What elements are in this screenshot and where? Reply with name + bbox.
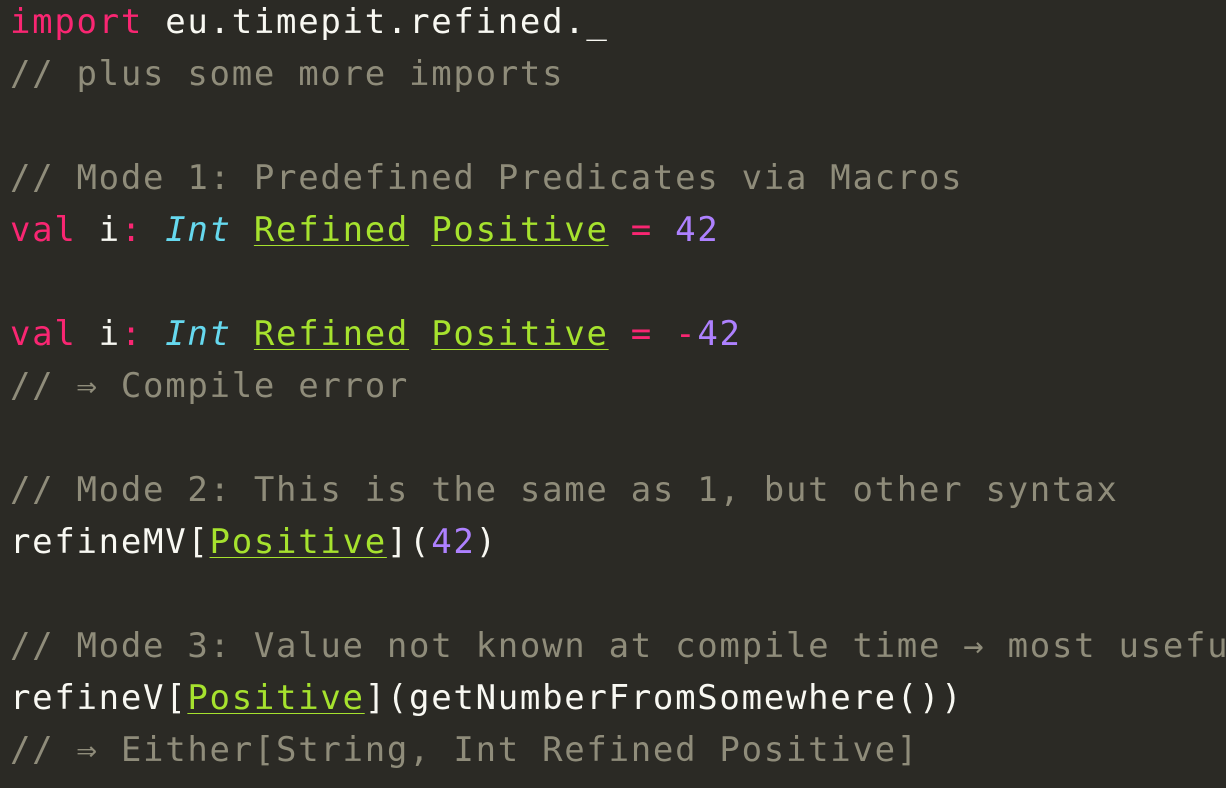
number-literal: 42 (675, 210, 720, 250)
code-line-10: // Mode 2: This is the same as 1, but ot… (10, 464, 1226, 516)
type-positive: Positive (431, 210, 609, 250)
type-refined: Refined (253, 314, 410, 354)
type-positive: Positive (187, 678, 365, 718)
code-line-5: val i: Int Refined Positive = 42 (10, 204, 1226, 256)
function-call: refineV[ (10, 678, 188, 718)
code-line-15: // ⇒ Either[String, Int Refined Positive… (10, 724, 1226, 776)
type-positive: Positive (431, 314, 609, 354)
comment: // plus some more imports (10, 54, 565, 94)
type-int: Int (165, 314, 232, 354)
code-line-8: // ⇒ Compile error (10, 360, 1226, 412)
code-line-14: refineV[Positive](getNumberFromSomewhere… (10, 672, 1226, 724)
code-line-2: // plus some more imports (10, 48, 1226, 100)
assign-operator: = (608, 314, 676, 354)
function-call-args: ](getNumberFromSomewhere()) (364, 678, 964, 718)
punctuation: ) (475, 522, 498, 562)
code-line-11: refineMV[Positive](42) (10, 516, 1226, 568)
type-int: Int (165, 210, 232, 250)
code-editor[interactable]: import eu.timepit.refined._ // plus some… (0, 0, 1226, 784)
comment: // Mode 1: Predefined Predicates via Mac… (10, 158, 964, 198)
assign-operator: = (608, 210, 676, 250)
minus-operator: - (675, 314, 698, 354)
punctuation: ]( (386, 522, 432, 562)
comment: // ⇒ Compile error (10, 366, 410, 406)
type-refined: Refined (253, 210, 410, 250)
colon: : (120, 210, 144, 250)
import-path: eu.timepit.refined._ (143, 2, 609, 42)
code-line-4: // Mode 1: Predefined Predicates via Mac… (10, 152, 1226, 204)
comment: // Mode 2: This is the same as 1, but ot… (10, 470, 1119, 510)
number-literal: 42 (431, 522, 476, 562)
code-line-7: val i: Int Refined Positive = -42 (10, 308, 1226, 360)
identifier: i (76, 210, 121, 250)
colon: : (120, 314, 144, 354)
number-literal: 42 (697, 314, 742, 354)
keyword-val: val (10, 314, 77, 354)
type-positive: Positive (209, 522, 387, 562)
identifier: i (76, 314, 121, 354)
function-call: refineMV[ (10, 522, 210, 562)
code-line-1: import eu.timepit.refined._ (10, 0, 1226, 48)
keyword-import: import (10, 2, 144, 42)
code-line-13: // Mode 3: Value not known at compile ti… (10, 620, 1226, 672)
comment: // ⇒ Either[String, Int Refined Positive… (10, 730, 919, 770)
keyword-val: val (10, 210, 77, 250)
comment: // Mode 3: Value not known at compile ti… (10, 626, 1226, 666)
